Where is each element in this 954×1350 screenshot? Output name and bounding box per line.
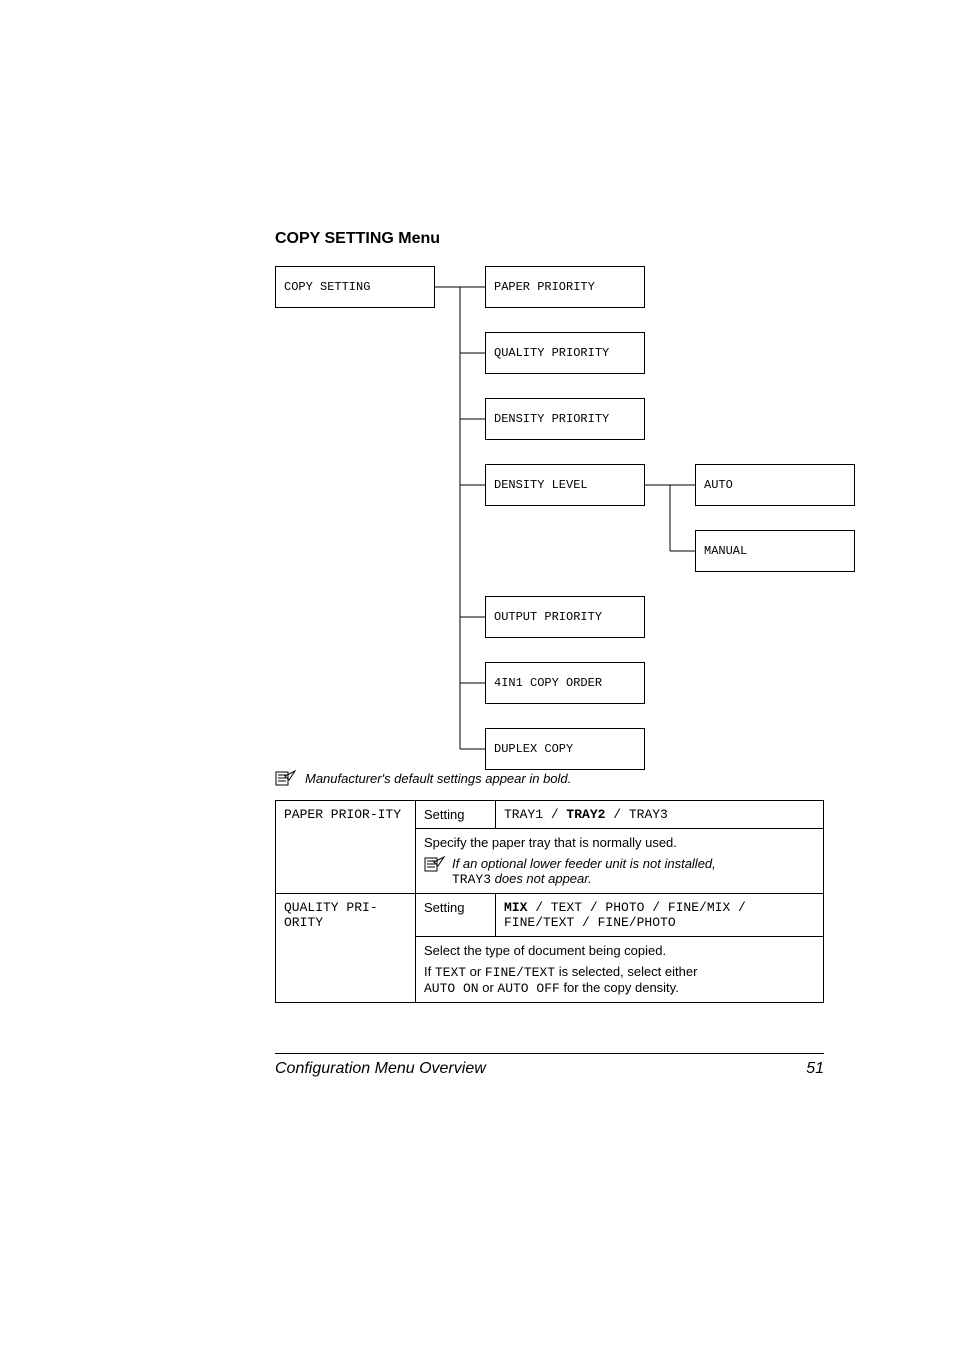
- tree-node: AUTO: [695, 464, 855, 506]
- note-mono: AUTO ON: [424, 981, 479, 996]
- tree-root-label: COPY SETTING: [284, 280, 370, 294]
- cell-note-line2: does not appear.: [491, 871, 592, 886]
- tree-node-label: DUPLEX COPY: [494, 742, 573, 756]
- cell-note-mono: TRAY3: [452, 872, 491, 887]
- setting-value-cell: MIX / TEXT / PHOTO / FINE/MIX / FINE/TEX…: [496, 894, 824, 937]
- table-row: QUALITY PRI-ORITY Setting MIX / TEXT / P…: [276, 894, 824, 937]
- tree-node: DENSITY PRIORITY: [485, 398, 645, 440]
- setting-label: Setting: [424, 900, 464, 915]
- cell-note-line1: If an optional lower feeder unit is not …: [452, 856, 716, 871]
- setting-name-cell: PAPER PRIOR-ITY: [276, 801, 416, 894]
- setting-value-part: TRAY1: [504, 807, 543, 822]
- tree-node-label: DENSITY PRIORITY: [494, 412, 609, 426]
- setting-desc-cell: Select the type of document being copied…: [416, 937, 824, 1003]
- tree-node-label: OUTPUT PRIORITY: [494, 610, 602, 624]
- tree-node: OUTPUT PRIORITY: [485, 596, 645, 638]
- footer-title: Configuration Menu Overview: [275, 1060, 486, 1078]
- setting-value-default: MIX: [504, 900, 527, 915]
- setting-value-part: / TEXT / PHOTO / FINE/MIX /: [527, 900, 745, 915]
- default-settings-note-text: Manufacturer's default settings appear i…: [305, 771, 571, 786]
- tree-root: COPY SETTING: [275, 266, 435, 308]
- setting-label: Setting: [424, 807, 464, 822]
- setting-name-cell: QUALITY PRI-ORITY: [276, 894, 416, 1003]
- setting-name: PAPER PRIOR-ITY: [284, 807, 401, 822]
- table-row: PAPER PRIOR-ITY Setting TRAY1 / TRAY2 / …: [276, 801, 824, 829]
- setting-name: QUALITY PRI-ORITY: [284, 900, 378, 930]
- menu-tree: COPY SETTING PAPER PRIORITY QUALITY PRIO…: [275, 266, 824, 746]
- note-mid: or: [466, 964, 485, 979]
- tree-node-label: PAPER PRIORITY: [494, 280, 595, 294]
- note-icon: [275, 770, 297, 786]
- note-text: or: [479, 980, 498, 995]
- page-number: 51: [806, 1060, 824, 1078]
- setting-value-default: TRAY2: [566, 807, 605, 822]
- setting-desc: Select the type of document being copied…: [424, 943, 815, 958]
- tree-node: DUPLEX COPY: [485, 728, 645, 770]
- tree-node-label: AUTO: [704, 478, 733, 492]
- note-mono: AUTO OFF: [497, 981, 559, 996]
- section-heading: COPY SETTING Menu: [275, 230, 824, 248]
- tree-node-label: DENSITY LEVEL: [494, 478, 588, 492]
- tree-node: DENSITY LEVEL: [485, 464, 645, 506]
- note-pre: If: [424, 964, 435, 979]
- tree-node-label: 4IN1 COPY ORDER: [494, 676, 602, 690]
- tree-node-label: MANUAL: [704, 544, 747, 558]
- setting-desc: Specify the paper tray that is normally …: [424, 835, 815, 850]
- note-icon: [424, 856, 446, 872]
- note-text: for the copy density.: [560, 980, 679, 995]
- settings-table: PAPER PRIOR-ITY Setting TRAY1 / TRAY2 / …: [275, 800, 824, 1003]
- setting-value-part: FINE/TEXT / FINE/PHOTO: [504, 915, 676, 930]
- tree-node: MANUAL: [695, 530, 855, 572]
- page-footer: Configuration Menu Overview 51: [275, 1053, 824, 1078]
- setting-value-part: TRAY3: [629, 807, 668, 822]
- setting-label-cell: Setting: [416, 801, 496, 829]
- tree-node: 4IN1 COPY ORDER: [485, 662, 645, 704]
- note-post: is selected, select either: [555, 964, 697, 979]
- default-settings-note: Manufacturer's default settings appear i…: [275, 770, 824, 786]
- setting-label-cell: Setting: [416, 894, 496, 937]
- note-mono: FINE/TEXT: [485, 965, 555, 980]
- note-mono: TEXT: [435, 965, 466, 980]
- tree-node: PAPER PRIORITY: [485, 266, 645, 308]
- tree-node: QUALITY PRIORITY: [485, 332, 645, 374]
- tree-node-label: QUALITY PRIORITY: [494, 346, 609, 360]
- setting-desc-cell: Specify the paper tray that is normally …: [416, 829, 824, 894]
- setting-value-cell: TRAY1 / TRAY2 / TRAY3: [496, 801, 824, 829]
